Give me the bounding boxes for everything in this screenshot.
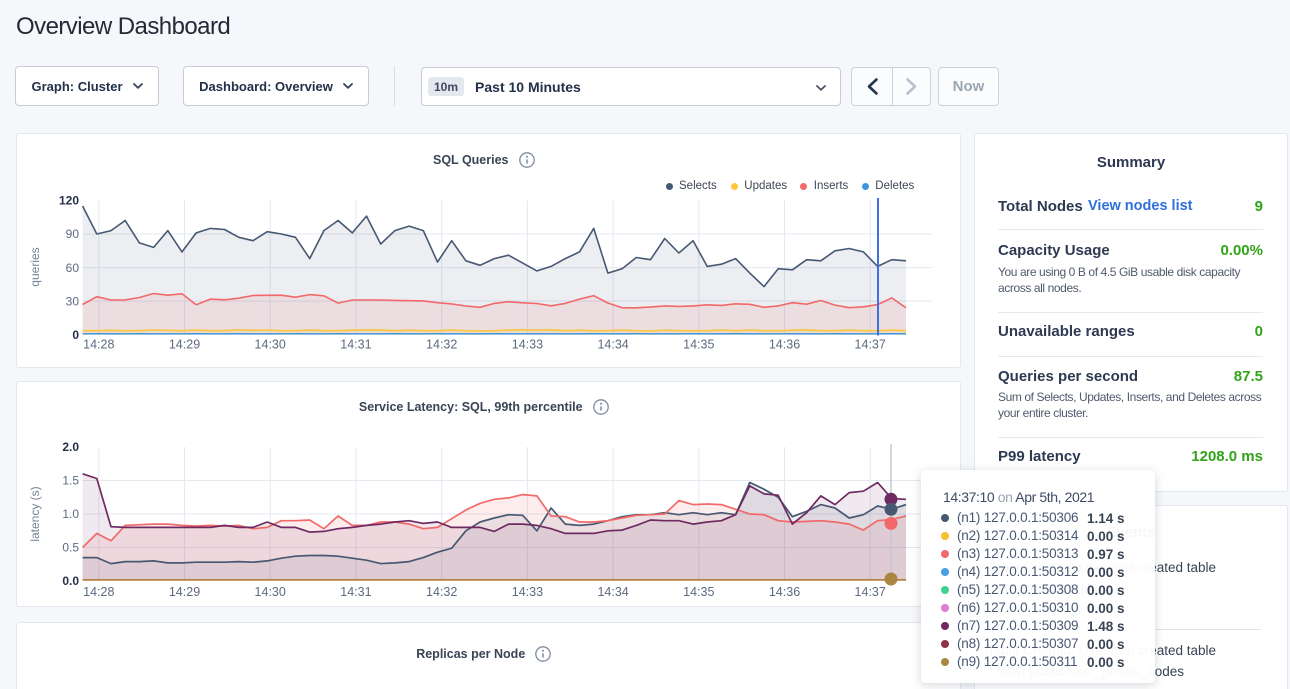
svg-text:120: 120 bbox=[59, 194, 79, 208]
svg-text:14:28: 14:28 bbox=[83, 338, 114, 352]
svg-text:14:30: 14:30 bbox=[255, 338, 286, 352]
svg-text:14:36: 14:36 bbox=[769, 585, 800, 599]
svg-text:14:35: 14:35 bbox=[683, 585, 714, 599]
svg-text:14:33: 14:33 bbox=[512, 585, 543, 599]
svg-text:14:32: 14:32 bbox=[426, 338, 457, 352]
svg-text:14:36: 14:36 bbox=[769, 338, 800, 352]
svg-text:1.5: 1.5 bbox=[62, 474, 79, 488]
svg-text:14:29: 14:29 bbox=[169, 338, 200, 352]
svg-text:14:32: 14:32 bbox=[426, 585, 457, 599]
svg-text:14:31: 14:31 bbox=[340, 585, 371, 599]
svg-text:60: 60 bbox=[66, 261, 80, 275]
svg-text:1.0: 1.0 bbox=[62, 507, 79, 521]
svg-text:14:34: 14:34 bbox=[597, 585, 628, 599]
svg-text:0.5: 0.5 bbox=[62, 541, 79, 555]
svg-text:latency (s): latency (s) bbox=[28, 486, 42, 541]
svg-text:14:31: 14:31 bbox=[340, 338, 371, 352]
svg-text:14:30: 14:30 bbox=[255, 585, 286, 599]
svg-text:14:34: 14:34 bbox=[597, 338, 628, 352]
svg-text:30: 30 bbox=[66, 294, 80, 308]
svg-text:90: 90 bbox=[66, 227, 80, 241]
svg-text:14:29: 14:29 bbox=[169, 585, 200, 599]
svg-text:14:35: 14:35 bbox=[683, 338, 714, 352]
svg-text:queries: queries bbox=[28, 247, 42, 286]
svg-text:2.0: 2.0 bbox=[62, 440, 79, 454]
svg-text:14:28: 14:28 bbox=[83, 585, 114, 599]
svg-text:14:33: 14:33 bbox=[512, 338, 543, 352]
svg-text:0: 0 bbox=[72, 328, 79, 342]
svg-text:14:37: 14:37 bbox=[855, 338, 886, 352]
svg-text:14:37: 14:37 bbox=[855, 585, 886, 599]
svg-text:0.0: 0.0 bbox=[62, 574, 79, 588]
